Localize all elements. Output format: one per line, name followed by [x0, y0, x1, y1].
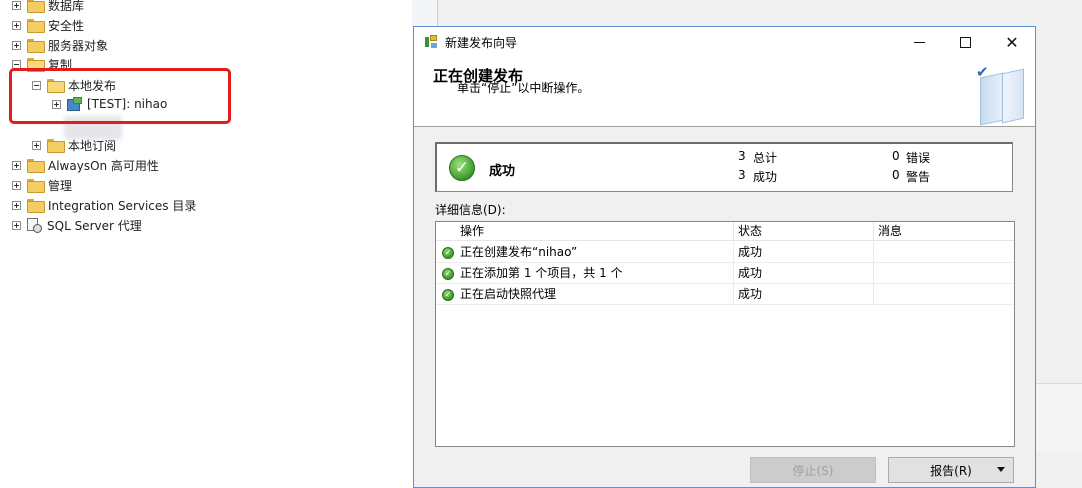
- table-row[interactable]: ✓ 正在启动快照代理 成功: [436, 284, 1014, 305]
- success-count: 3: [738, 168, 746, 182]
- dialog-title: 新建发布向导: [445, 35, 518, 50]
- highlight-box: [9, 68, 231, 124]
- column-header-message[interactable]: 消息: [874, 222, 1014, 241]
- agent-icon: [27, 218, 42, 233]
- folder-icon: [47, 139, 65, 153]
- tree-item-databases[interactable]: 数据库: [12, 0, 84, 15]
- tree-item-label: AlwaysOn 高可用性: [48, 158, 159, 173]
- tree-item-local-subscriptions[interactable]: 本地订阅: [32, 135, 116, 155]
- row-message: [874, 263, 1014, 284]
- stop-button[interactable]: 停止(S): [750, 457, 876, 483]
- tree-item-alwayson[interactable]: AlwaysOn 高可用性: [12, 155, 159, 175]
- details-label: 详细信息(D):: [435, 203, 506, 217]
- success-label: 成功: [753, 170, 778, 184]
- tree-item-security[interactable]: 安全性: [12, 15, 84, 35]
- report-button[interactable]: 报告(R): [888, 457, 1014, 483]
- row-action: 正在启动快照代理: [456, 284, 734, 305]
- expand-icon[interactable]: [32, 140, 41, 150]
- tree-item-sql-server-agent[interactable]: SQL Server 代理: [12, 215, 142, 235]
- row-status: 成功: [734, 263, 874, 284]
- total-count: 3: [738, 149, 746, 163]
- success-icon: ✓: [442, 268, 454, 280]
- tree-item-label: Integration Services 目录: [48, 198, 197, 213]
- folder-icon: [27, 179, 45, 193]
- expand-icon[interactable]: [12, 0, 21, 10]
- wizard-header: 正在创建发布 单击“停止”以中断操作。 ✔: [414, 57, 1035, 127]
- tree-item-management[interactable]: 管理: [12, 175, 72, 195]
- row-status: 成功: [734, 242, 874, 263]
- success-icon: ✓: [442, 247, 454, 259]
- tree-item-label: 服务器对象: [48, 38, 109, 53]
- expand-icon[interactable]: [12, 160, 21, 170]
- table-row[interactable]: ✓ 正在添加第 1 个项目，共 1 个 成功: [436, 263, 1014, 284]
- folder-icon: [27, 199, 45, 213]
- row-action: 正在创建发布“nihao”: [456, 242, 734, 263]
- details-header: 操作 状态 消息: [436, 222, 1014, 241]
- row-message: [874, 242, 1014, 263]
- success-icon: ✓: [449, 155, 475, 181]
- details-list[interactable]: 操作 状态 消息 ✓ 正在创建发布“nihao” 成功 ✓ 正在添加第 1 个项…: [435, 221, 1015, 447]
- tree-item-label: SQL Server 代理: [47, 218, 142, 233]
- folder-icon: [27, 159, 45, 173]
- tree-item-server-objects[interactable]: 服务器对象: [12, 35, 108, 55]
- expand-icon[interactable]: [12, 220, 21, 230]
- warning-count: 0: [892, 168, 900, 182]
- new-publication-wizard-dialog: 新建发布向导 ✕ 正在创建发布 单击“停止”以中断操作。 ✔ ✓ 成功 3 总计…: [413, 26, 1036, 488]
- total-label: 总计: [753, 151, 778, 165]
- expand-icon[interactable]: [12, 40, 21, 50]
- folder-icon: [27, 0, 45, 13]
- row-message: [874, 284, 1014, 305]
- maximize-button[interactable]: [942, 27, 988, 57]
- title-bar[interactable]: 新建发布向导 ✕: [414, 27, 1035, 57]
- object-explorer-tree: 数据库 安全性 服务器对象 复制 本地发布 [TEST]: nihao 本地订阅…: [0, 0, 412, 488]
- folder-icon: [27, 39, 45, 53]
- wizard-app-icon: [423, 34, 439, 50]
- tree-item-label: 本地订阅: [68, 138, 117, 153]
- table-row[interactable]: ✓ 正在创建发布“nihao” 成功: [436, 242, 1014, 263]
- error-count: 0: [892, 149, 900, 163]
- tree-item-label: 管理: [48, 178, 73, 193]
- column-header-action[interactable]: 操作: [456, 222, 734, 241]
- row-action: 正在添加第 1 个项目，共 1 个: [456, 263, 734, 284]
- minimize-button[interactable]: [896, 27, 942, 57]
- expand-icon[interactable]: [12, 200, 21, 210]
- folder-icon: [27, 19, 45, 33]
- tree-item-label: 数据库: [48, 0, 85, 13]
- page-subtitle: 单击“停止”以中断操作。: [457, 81, 590, 95]
- close-button[interactable]: ✕: [989, 27, 1035, 57]
- status-summary: ✓ 成功 3 总计 3 成功 0 错误 0 警告: [435, 142, 1013, 192]
- report-button-label: 报告(R): [930, 463, 972, 478]
- error-label: 错误: [906, 151, 931, 165]
- expand-icon[interactable]: [12, 20, 21, 30]
- row-status: 成功: [734, 284, 874, 305]
- status-text: 成功: [489, 164, 516, 179]
- warning-label: 警告: [906, 170, 931, 184]
- background-window-right: [1036, 28, 1082, 488]
- tree-item-label: 安全性: [48, 18, 85, 33]
- dropdown-arrow-icon[interactable]: [997, 467, 1005, 472]
- wizard-books-icon: ✔: [974, 63, 1030, 126]
- tree-item-integration-services[interactable]: Integration Services 目录: [12, 195, 196, 215]
- expand-icon[interactable]: [12, 180, 21, 190]
- background-window: [412, 0, 1082, 28]
- success-icon: ✓: [442, 289, 454, 301]
- column-header-status[interactable]: 状态: [734, 222, 874, 241]
